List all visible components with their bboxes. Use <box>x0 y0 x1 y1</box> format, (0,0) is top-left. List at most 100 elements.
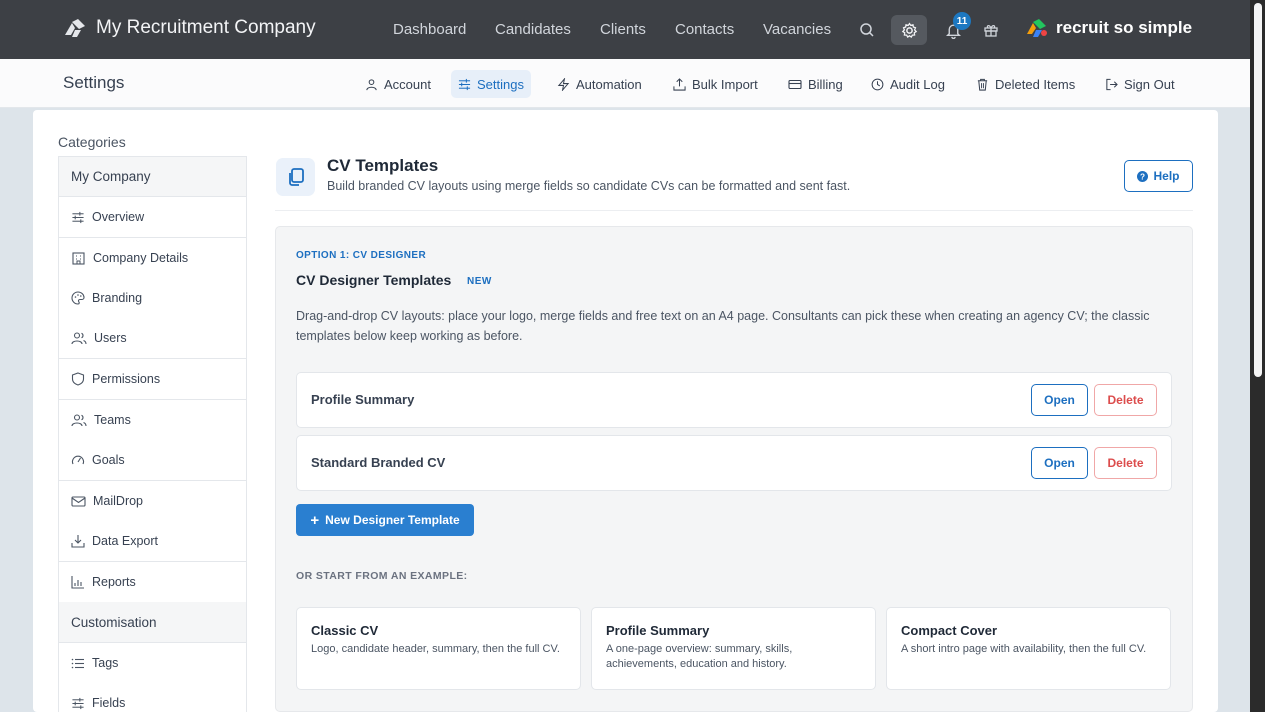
header-divider <box>275 210 1193 211</box>
new-designer-template-label: New Designer Template <box>325 513 460 527</box>
sidebar-item-label: Branding <box>92 291 143 305</box>
settings-button[interactable] <box>891 15 927 45</box>
clock-icon <box>871 78 884 90</box>
sidebar-item-teams[interactable]: Teams <box>58 400 247 441</box>
svg-text:?: ? <box>1140 172 1145 181</box>
example-title: Profile Summary <box>606 623 710 638</box>
list-icon <box>71 658 84 668</box>
sidebar-group-customisation: Customisation <box>58 602 247 643</box>
company-logo-icon <box>65 19 85 37</box>
sidebar-group-my-company: My Company <box>58 156 247 197</box>
sidebar-item-users[interactable]: Users <box>58 318 247 359</box>
sidebar-item-fields[interactable]: Fields <box>58 683 247 712</box>
new-designer-template-button[interactable]: + New Designer Template <box>296 504 474 536</box>
nav-dashboard[interactable]: Dashboard <box>393 21 466 38</box>
cv-templates-icon-box <box>276 158 315 196</box>
product-logo: recruit so simple <box>1025 18 1192 38</box>
subnav-audit-log[interactable]: Audit Log <box>864 70 952 98</box>
top-navbar: My Recruitment Company Dashboard Candida… <box>0 0 1250 59</box>
mail-icon <box>71 495 86 507</box>
delete-template-button[interactable]: Delete <box>1094 384 1157 416</box>
sidebar-item-label: Data Export <box>92 534 159 548</box>
sidebar-item-label: Overview <box>92 210 145 224</box>
rss-logo-icon <box>1027 19 1047 37</box>
subnav-sign-out-label: Sign Out <box>1124 76 1175 92</box>
sidebar-item-label: Tags <box>92 656 119 670</box>
example-title: Compact Cover <box>901 623 998 638</box>
subnav-account[interactable]: Account <box>358 70 438 98</box>
gear-icon <box>901 21 917 38</box>
open-template-button[interactable]: Open <box>1031 384 1088 416</box>
gauge-icon <box>71 455 85 465</box>
option-description: Drag-and-drop CV layouts: place your log… <box>296 309 1150 343</box>
product-logo-text: recruit so simple <box>1056 18 1193 37</box>
sidebar-group-label: My Company <box>71 169 151 184</box>
template-name: Profile Summary <box>311 392 415 407</box>
company-brand[interactable]: My Recruitment Company <box>63 17 316 39</box>
building-icon <box>72 252 85 265</box>
subnav-account-label: Account <box>384 76 431 92</box>
help-button[interactable]: ? Help <box>1124 160 1193 192</box>
sign-out-icon <box>1106 78 1118 90</box>
sidebar-item-label: Fields <box>92 696 126 710</box>
sidebar-item-reports[interactable]: Reports <box>58 562 247 603</box>
subnav-audit-log-label: Audit Log <box>890 76 945 92</box>
delete-template-button[interactable]: Delete <box>1094 447 1157 479</box>
sidebar-item-goals[interactable]: Goals <box>58 440 247 481</box>
gift-button[interactable] <box>977 16 1005 44</box>
sidebar-item-branding[interactable]: Branding <box>58 278 247 319</box>
subnav-deleted-items-label: Deleted Items <box>995 76 1076 92</box>
nav-candidates[interactable]: Candidates <box>495 21 571 38</box>
subnav-settings[interactable]: Settings <box>451 70 531 98</box>
open-template-button[interactable]: Open <box>1031 447 1088 479</box>
scrollbar-thumb[interactable] <box>1254 3 1262 377</box>
example-card-profile-summary[interactable]: Profile Summary A one-page overview: sum… <box>591 607 876 690</box>
sidebar-item-label: Permissions <box>92 372 161 386</box>
sidebar-item-tags[interactable]: Tags <box>58 643 247 684</box>
subnav-sign-out[interactable]: Sign Out <box>1098 70 1182 98</box>
search-button[interactable] <box>853 16 881 44</box>
sliders-icon <box>72 211 84 223</box>
company-name: My Recruitment Company <box>96 17 316 38</box>
page-title: CV Templates <box>327 156 439 175</box>
sidebar-group-label: Customisation <box>71 614 157 630</box>
template-name: Standard Branded CV <box>311 455 446 470</box>
sidebar-item-maildrop[interactable]: MailDrop <box>58 481 247 522</box>
nav-contacts[interactable]: Contacts <box>675 21 734 38</box>
option-label: OPTION 1: CV DESIGNER <box>296 250 427 261</box>
subnav-bulk-import-label: Bulk Import <box>692 76 758 92</box>
subnav-deleted-items[interactable]: Deleted Items <box>969 70 1082 98</box>
template-row: Profile Summary Open Delete <box>296 372 1172 428</box>
shield-icon <box>71 372 85 386</box>
upload-icon <box>673 77 686 91</box>
sidebar-item-label: Company Details <box>93 251 189 265</box>
example-card-compact-cover[interactable]: Compact Cover A short intro page with av… <box>886 607 1171 690</box>
question-circle-icon: ? <box>1137 170 1149 182</box>
sidebar-item-company-details[interactable]: Company Details <box>58 238 247 279</box>
subnav-billing-label: Billing <box>808 76 843 92</box>
subnav-billing[interactable]: Billing <box>781 70 850 98</box>
download-icon <box>71 535 85 548</box>
plus-icon: + <box>310 511 320 529</box>
example-card-classic-cv[interactable]: Classic CV Logo, candidate header, summa… <box>296 607 581 690</box>
notification-badge: 11 <box>953 12 971 30</box>
sliders-icon <box>458 78 471 90</box>
example-description: Logo, candidate header, summary, then th… <box>311 643 560 655</box>
page-subtitle: Build branded CV layouts using merge fie… <box>327 179 851 193</box>
bar-chart-icon <box>71 576 84 589</box>
user-icon <box>366 78 377 90</box>
new-badge: NEW <box>467 276 492 287</box>
sidebar-item-permissions[interactable]: Permissions <box>58 359 247 400</box>
sidebar-item-data-export[interactable]: Data Export <box>58 521 247 562</box>
nav-clients[interactable]: Clients <box>600 21 646 38</box>
example-title: Classic CV <box>311 623 379 638</box>
example-description: A short intro page with availability, th… <box>901 643 1147 655</box>
subnav-automation[interactable]: Automation <box>550 70 649 98</box>
subnav-automation-label: Automation <box>576 76 642 92</box>
template-row: Standard Branded CV Open Delete <box>296 435 1172 491</box>
subnav-bulk-import[interactable]: Bulk Import <box>666 70 765 98</box>
users-icon <box>71 414 87 427</box>
page-section-title: Settings <box>63 73 125 92</box>
nav-vacancies[interactable]: Vacancies <box>763 21 831 38</box>
sidebar-item-overview[interactable]: Overview <box>58 197 247 238</box>
